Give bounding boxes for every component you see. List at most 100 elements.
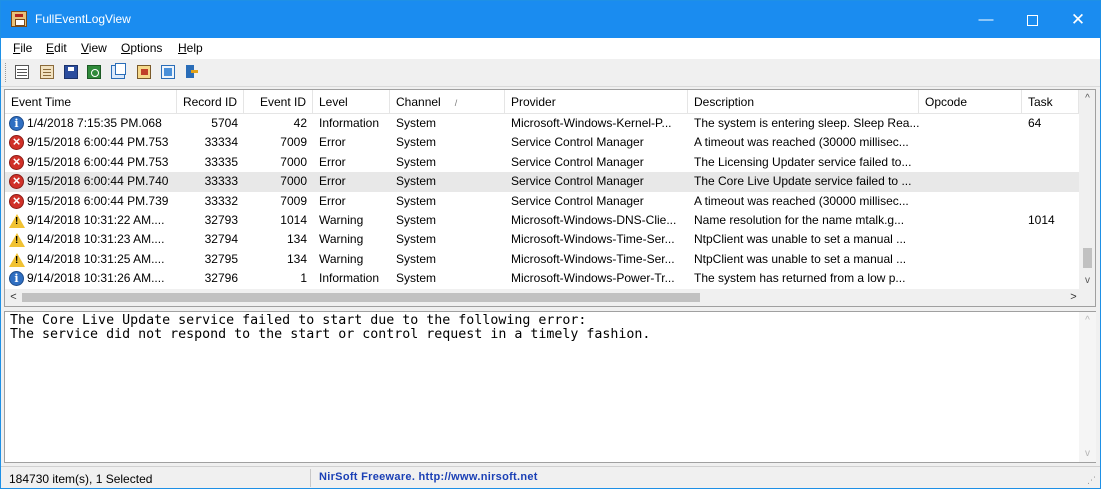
window-title: FullEventLogView <box>35 12 131 26</box>
cell-provider: Service Control Manager <box>511 154 644 169</box>
exit-icon[interactable] <box>184 65 198 79</box>
cell-channel: System <box>396 213 437 227</box>
column-header-event-id[interactable]: Event ID <box>244 90 313 114</box>
nirsoft-link[interactable]: NirSoft Freeware. http://www.nirsoft.net <box>319 471 538 483</box>
menu-view[interactable]: View <box>81 41 107 55</box>
scroll-down-icon[interactable]: v <box>1079 272 1095 289</box>
cell-description: The Core Live Update service failed to .… <box>694 174 912 189</box>
list-body: 1/4/2018 7:15:35 PM.068 5704 42 Information… <box>5 114 1079 289</box>
menu-bar: File Edit View Options Help <box>1 38 1100 59</box>
detail-scroll-up-icon[interactable]: ^ <box>1079 312 1096 329</box>
status-item-count: 184730 item(s), 1 Selected <box>9 472 153 486</box>
cell-record-id: 33334 <box>204 135 238 150</box>
cell-event-time: 9/14/2018 10:31:26 AM.... <box>27 271 165 286</box>
properties-icon[interactable] <box>15 65 29 79</box>
column-header-level[interactable]: Level <box>313 90 390 114</box>
error-icon <box>9 174 24 190</box>
menu-file[interactable]: File <box>13 41 32 55</box>
event-list[interactable]: Event Time Record ID Event ID Level Chan… <box>4 89 1096 307</box>
table-row[interactable]: 9/14/2018 10:31:25 AM.... 32795 134 Warning… <box>5 250 1079 269</box>
cell-provider: Microsoft-Windows-Time-Ser... <box>511 232 675 247</box>
column-header-event-time[interactable]: Event Time <box>5 90 177 114</box>
cell-task <box>1028 230 1079 249</box>
maximize-button[interactable] <box>1009 1 1055 38</box>
close-button[interactable]: ✕ <box>1055 1 1101 38</box>
cell-channel: System <box>396 154 437 169</box>
cell-level: Information <box>319 116 380 130</box>
column-header-description[interactable]: Description <box>688 90 919 114</box>
cell-event-time: 9/15/2018 6:00:44 PM.739 <box>27 193 169 208</box>
cell-level: Information <box>319 271 380 286</box>
copy-icon[interactable] <box>111 63 126 79</box>
cell-record-id: 33333 <box>204 174 238 189</box>
minimize-button[interactable]: — <box>963 1 1009 38</box>
cell-opcode <box>925 211 1022 230</box>
cell-event-id: 7000 <box>280 154 307 169</box>
list-vertical-scrollbar[interactable]: ^ v <box>1079 90 1095 289</box>
column-header-opcode[interactable]: Opcode <box>919 90 1022 114</box>
column-header-channel[interactable]: Channel / <box>390 90 505 114</box>
cell-channel: System <box>396 232 437 247</box>
save-icon[interactable] <box>64 65 78 79</box>
detail-vertical-scrollbar[interactable]: ^ v <box>1079 312 1096 462</box>
cell-level: Warning <box>319 232 364 247</box>
list-horizontal-scrollbar[interactable]: < > <box>5 289 1095 306</box>
warning-icon <box>9 233 25 248</box>
error-icon <box>9 135 24 151</box>
cell-task <box>1028 133 1079 152</box>
status-divider <box>310 469 311 487</box>
table-row[interactable]: 1/4/2018 7:15:35 PM.068 5704 42 Information… <box>5 114 1079 133</box>
cell-opcode <box>925 172 1022 191</box>
warning-icon <box>9 252 25 267</box>
cell-task <box>1028 269 1079 288</box>
menu-edit[interactable]: Edit <box>46 41 67 55</box>
column-header-provider[interactable]: Provider <box>505 90 688 114</box>
resize-grip-icon[interactable]: ⋰ <box>1087 475 1097 485</box>
scroll-right-icon[interactable]: > <box>1065 289 1082 306</box>
column-header-record-id[interactable]: Record ID <box>177 90 244 114</box>
cell-event-time: 9/15/2018 6:00:44 PM.740 <box>27 174 169 189</box>
cell-description: A timeout was reached (30000 millisec... <box>694 135 909 150</box>
cell-level: Warning <box>319 251 364 266</box>
cell-description: The system is entering sleep. Sleep Rea.… <box>694 116 919 130</box>
cell-provider: Service Control Manager <box>511 174 644 189</box>
toolbar-grip[interactable] <box>5 63 7 82</box>
scroll-thumb[interactable] <box>1083 248 1092 268</box>
event-log-icon[interactable] <box>40 65 54 79</box>
list-header: Event Time Record ID Event ID Level Chan… <box>5 90 1079 114</box>
event-detail-text: The Core Live Update service failed to s… <box>10 313 651 342</box>
error-icon <box>9 154 24 170</box>
cell-opcode <box>925 192 1022 211</box>
cell-event-id: 7009 <box>280 193 307 208</box>
cell-opcode <box>925 269 1022 288</box>
detail-scroll-down-icon[interactable]: v <box>1079 445 1096 462</box>
table-row[interactable]: 9/15/2018 6:00:44 PM.753 33335 7000 Error Sy… <box>5 153 1079 172</box>
scroll-left-icon[interactable]: < <box>5 289 22 306</box>
table-row[interactable]: 9/15/2018 6:00:44 PM.740 33333 7000 Error Sy… <box>5 172 1079 192</box>
cell-channel: System <box>396 174 437 189</box>
cell-channel: System <box>396 193 437 208</box>
table-row[interactable]: 9/15/2018 6:00:44 PM.739 33332 7009 Error Sy… <box>5 192 1079 211</box>
cell-channel: System <box>396 271 437 286</box>
event-detail-pane[interactable]: The Core Live Update service failed to s… <box>4 311 1096 463</box>
cell-description: NtpClient was unable to set a manual ... <box>694 251 907 266</box>
table-row[interactable]: 9/14/2018 10:31:26 AM.... 32796 1 Informati… <box>5 269 1079 288</box>
scroll-up-icon[interactable]: ^ <box>1079 90 1095 107</box>
menu-help[interactable]: Help <box>178 41 203 55</box>
title-bar[interactable]: FullEventLogView — ✕ <box>1 1 1100 38</box>
information-icon <box>9 116 24 131</box>
table-row[interactable]: 9/14/2018 10:31:23 AM.... 32794 134 Warning… <box>5 230 1079 249</box>
sort-arrow-icon: / <box>454 98 458 108</box>
refresh-icon[interactable] <box>87 65 101 79</box>
cell-level: Error <box>319 174 346 189</box>
column-header-task[interactable]: Task <box>1022 90 1079 114</box>
report-icon[interactable] <box>137 65 151 79</box>
cell-description: The system has returned from a low p... <box>694 271 906 286</box>
table-row[interactable]: 9/14/2018 10:31:22 AM.... 32793 1014 Warnin… <box>5 211 1079 230</box>
cell-provider: Microsoft-Windows-Kernel-P... <box>511 116 672 130</box>
html-report-icon[interactable] <box>161 65 175 79</box>
table-row[interactable]: 9/15/2018 6:00:44 PM.753 33334 7009 Error Sy… <box>5 133 1079 152</box>
scroll-thumb-horizontal[interactable] <box>22 293 700 302</box>
menu-options[interactable]: Options <box>121 41 162 55</box>
cell-record-id: 32796 <box>204 271 238 286</box>
